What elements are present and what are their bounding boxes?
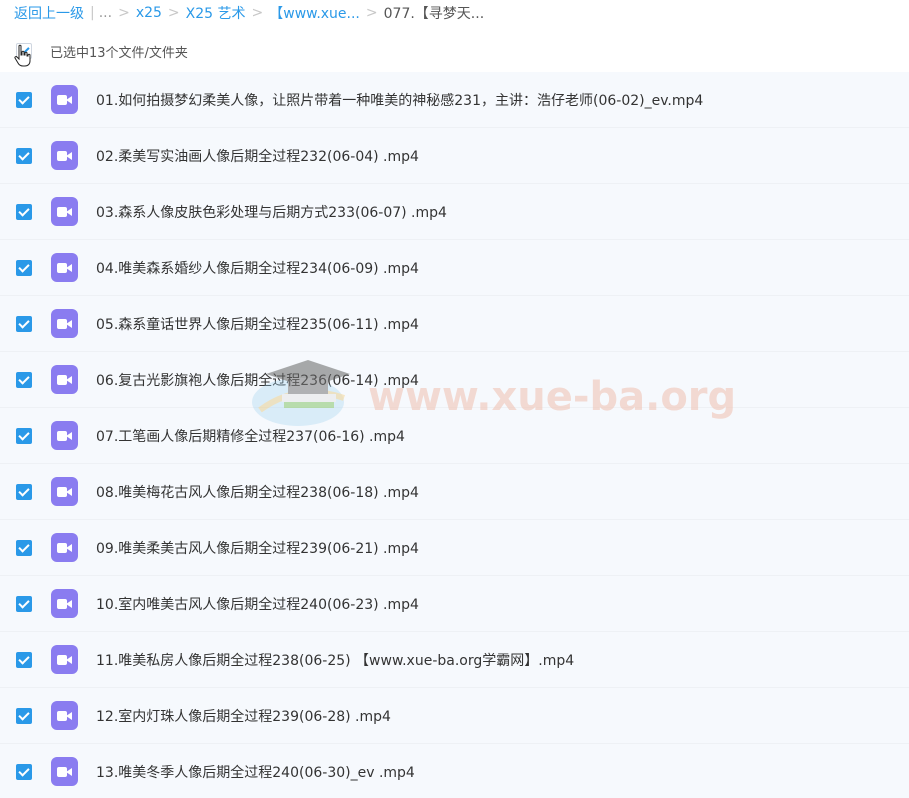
- file-row[interactable]: 10.室内唯美古风人像后期全过程240(06-23) .mp4: [0, 576, 909, 632]
- file-name[interactable]: 04.唯美森系婚纱人像后期全过程234(06-09) .mp4: [96, 258, 419, 278]
- file-browser: 返回上一级 | ... > x25 > X25 艺术 > 【www.xue...…: [0, 0, 909, 798]
- file-row[interactable]: 04.唯美森系婚纱人像后期全过程234(06-09) .mp4: [0, 240, 909, 296]
- file-row[interactable]: 13.唯美冬季人像后期全过程240(06-30)_ev .mp4: [0, 744, 909, 798]
- file-name[interactable]: 02.柔美写实油画人像后期全过程232(06-04) .mp4: [96, 146, 419, 166]
- breadcrumb-current-folder: 077.【寻梦天...: [383, 6, 485, 22]
- video-file-icon: [51, 645, 78, 674]
- file-checkbox[interactable]: [16, 595, 32, 612]
- selection-bar: 已选中13个文件/文件夹: [16, 38, 188, 64]
- selection-count-label: 已选中13个文件/文件夹: [50, 45, 188, 61]
- breadcrumb-item-art[interactable]: X25 艺术: [186, 3, 246, 23]
- file-name[interactable]: 10.室内唯美古风人像后期全过程240(06-23) .mp4: [96, 594, 419, 614]
- file-row[interactable]: 09.唯美柔美古风人像后期全过程239(06-21) .mp4: [0, 520, 909, 576]
- breadcrumb-ellipsis[interactable]: ...: [99, 5, 112, 21]
- video-file-icon: [51, 309, 78, 338]
- file-checkbox[interactable]: [16, 203, 32, 220]
- file-checkbox[interactable]: [16, 707, 32, 724]
- video-file-icon: [51, 589, 78, 618]
- breadcrumb-separator: >: [167, 5, 180, 21]
- video-file-icon: [51, 365, 78, 394]
- file-row[interactable]: 05.森系童话世界人像后期全过程235(06-11) .mp4: [0, 296, 909, 352]
- file-checkbox[interactable]: [16, 91, 32, 108]
- video-file-icon: [51, 701, 78, 730]
- video-file-icon: [51, 533, 78, 562]
- video-file-icon: [51, 421, 78, 450]
- video-file-icon: [51, 141, 78, 170]
- file-checkbox[interactable]: [16, 259, 32, 276]
- file-name[interactable]: 03.森系人像皮肤色彩处理与后期方式233(06-07) .mp4: [96, 202, 447, 222]
- file-checkbox[interactable]: [16, 539, 32, 556]
- file-checkbox[interactable]: [16, 763, 32, 780]
- file-row[interactable]: 08.唯美梅花古风人像后期全过程238(06-18) .mp4: [0, 464, 909, 520]
- file-name[interactable]: 06.复古光影旗袍人像后期全过程236(06-14) .mp4: [96, 370, 419, 390]
- file-checkbox[interactable]: [16, 315, 32, 332]
- breadcrumb-separator: >: [251, 5, 264, 21]
- file-name[interactable]: 11.唯美私房人像后期全过程238(06-25) 【www.xue-ba.org…: [96, 650, 574, 670]
- file-name[interactable]: 12.室内灯珠人像后期全过程239(06-28) .mp4: [96, 706, 391, 726]
- breadcrumb-separator: >: [365, 5, 378, 21]
- file-row[interactable]: 11.唯美私房人像后期全过程238(06-25) 【www.xue-ba.org…: [0, 632, 909, 688]
- breadcrumb-separator: >: [118, 5, 130, 21]
- file-checkbox[interactable]: [16, 483, 32, 500]
- file-name[interactable]: 09.唯美柔美古风人像后期全过程239(06-21) .mp4: [96, 538, 419, 558]
- breadcrumb-item-xueba[interactable]: 【www.xue...: [269, 3, 360, 23]
- file-checkbox[interactable]: [16, 651, 32, 668]
- file-row[interactable]: 02.柔美写实油画人像后期全过程232(06-04) .mp4: [0, 128, 909, 184]
- file-row[interactable]: 12.室内灯珠人像后期全过程239(06-28) .mp4: [0, 688, 909, 744]
- breadcrumb-item-x25[interactable]: x25: [136, 5, 162, 21]
- file-row[interactable]: 07.工笔画人像后期精修全过程237(06-16) .mp4: [0, 408, 909, 464]
- file-name[interactable]: 08.唯美梅花古风人像后期全过程238(06-18) .mp4: [96, 482, 419, 502]
- breadcrumb-divider: |: [90, 5, 95, 21]
- back-link[interactable]: 返回上一级: [14, 3, 84, 23]
- video-file-icon: [51, 757, 78, 786]
- file-row[interactable]: 06.复古光影旗袍人像后期全过程236(06-14) .mp4: [0, 352, 909, 408]
- video-file-icon: [51, 253, 78, 282]
- file-row[interactable]: 01.如何拍摄梦幻柔美人像，让照片带着一种唯美的神秘感231，主讲：浩仔老师(0…: [0, 72, 909, 128]
- file-name[interactable]: 13.唯美冬季人像后期全过程240(06-30)_ev .mp4: [96, 762, 415, 782]
- file-list: 01.如何拍摄梦幻柔美人像，让照片带着一种唯美的神秘感231，主讲：浩仔老师(0…: [0, 72, 909, 798]
- file-name[interactable]: 05.森系童话世界人像后期全过程235(06-11) .mp4: [96, 314, 419, 334]
- select-all-checkbox[interactable]: [16, 43, 32, 59]
- file-checkbox[interactable]: [16, 371, 32, 388]
- video-file-icon: [51, 477, 78, 506]
- file-checkbox[interactable]: [16, 427, 32, 444]
- file-name[interactable]: 07.工笔画人像后期精修全过程237(06-16) .mp4: [96, 426, 405, 446]
- breadcrumb: 返回上一级 | ... > x25 > X25 艺术 > 【www.xue...…: [14, 0, 484, 26]
- video-file-icon: [51, 197, 78, 226]
- video-file-icon: [51, 85, 78, 114]
- file-name[interactable]: 01.如何拍摄梦幻柔美人像，让照片带着一种唯美的神秘感231，主讲：浩仔老师(0…: [96, 90, 703, 110]
- file-checkbox[interactable]: [16, 147, 32, 164]
- file-row[interactable]: 03.森系人像皮肤色彩处理与后期方式233(06-07) .mp4: [0, 184, 909, 240]
